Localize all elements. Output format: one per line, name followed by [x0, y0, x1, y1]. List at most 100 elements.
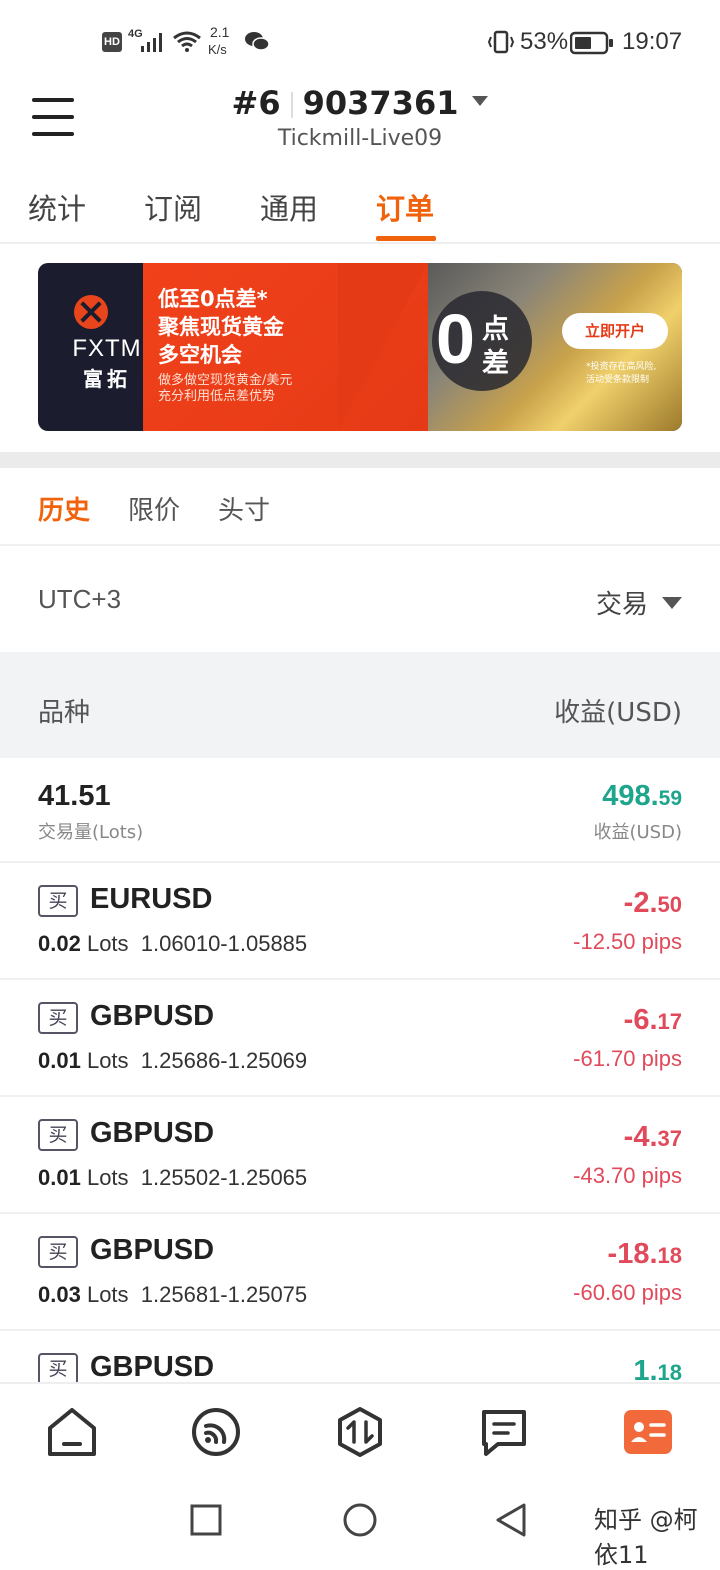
order-prices: 1.06010-1.05885: [140, 931, 308, 956]
caret-down-icon: [662, 596, 682, 609]
back-icon[interactable]: [494, 1502, 528, 1538]
order-prices: 1.25686-1.25069: [140, 1048, 308, 1073]
order-profit-dec: 37: [657, 1126, 682, 1151]
order-profit-int: -2.: [623, 887, 658, 919]
column-profit: 收益(USD): [554, 698, 682, 728]
column-symbol: 品种: [38, 698, 91, 728]
banner-red-edge: [338, 263, 428, 431]
fxtm-logo-icon: [74, 295, 108, 329]
banner-headline-1: 低至0点差*: [158, 287, 268, 311]
cell-signal-icon: [141, 33, 162, 52]
order-profit-int: -6.: [623, 1004, 658, 1036]
banner-brand-cn: 富拓: [83, 367, 131, 391]
total-profit-label: 收益(USD): [593, 822, 682, 843]
signal-icon[interactable]: [188, 1406, 244, 1458]
net-speed-unit: K/s: [208, 42, 227, 57]
account-index: #6: [231, 84, 281, 122]
type-filter-dropdown[interactable]: 交易: [596, 584, 682, 621]
banner-disclaimer-1: *投资存在高风险,: [586, 362, 657, 372]
battery-icon: [570, 31, 613, 55]
caret-down-icon: [472, 96, 489, 106]
banner-subtext-2: 充分利用低点差优势: [158, 389, 276, 404]
banner-big-cha: 差: [482, 348, 509, 379]
banner-big-zero: 0: [436, 300, 475, 378]
subtab-history[interactable]: 历史: [38, 490, 90, 527]
home-icon[interactable]: [44, 1406, 100, 1458]
banner-brand: FXTM: [72, 335, 142, 362]
order-row[interactable]: 买 GBPUSD 0.03 Lots 1.25681-1.25075 -18.1…: [0, 1214, 720, 1331]
order-profit-dec: 17: [657, 1009, 682, 1034]
order-profit-dec: 18: [657, 1243, 682, 1268]
hd-badge: HD: [102, 32, 122, 52]
buy-badge: 买: [38, 1353, 78, 1385]
net-speed-value: 2.1: [210, 24, 230, 40]
subtab-positions[interactable]: 头寸: [218, 490, 270, 527]
promo-banner[interactable]: FXTM 富拓 低至0点差* 聚焦现货黄金 多空机会 做多做空现货黄金/美元 充…: [38, 263, 682, 431]
recents-icon[interactable]: [190, 1504, 222, 1536]
active-tab-indicator: [376, 236, 436, 241]
order-lots-unit: Lots: [86, 1165, 129, 1190]
tabs-divider: [0, 242, 720, 244]
wifi-icon: [173, 31, 201, 52]
total-volume: 41.51: [38, 780, 111, 812]
order-details: 0.03 Lots 1.25681-1.25075: [38, 1282, 307, 1308]
order-profit: -6.17: [624, 1004, 682, 1037]
order-symbol: GBPUSD: [90, 1234, 215, 1266]
timezone-selector[interactable]: UTC+3: [38, 584, 121, 615]
order-details: 0.01 Lots 1.25686-1.25069: [38, 1048, 307, 1074]
order-row[interactable]: 买 EURUSD 0.02 Lots 1.06010-1.05885 -2.50…: [0, 863, 720, 980]
order-lots-unit: Lots: [86, 931, 129, 956]
trade-icon[interactable]: [332, 1406, 388, 1458]
order-profit: -4.37: [624, 1121, 682, 1154]
banner-open-account-button[interactable]: 立即开户: [562, 313, 668, 349]
total-profit: 498.59: [602, 780, 682, 813]
account-separator: [290, 92, 293, 118]
order-profit-int: -4.: [623, 1121, 658, 1153]
account-number: 9037361: [302, 84, 459, 122]
order-prices: 1.25502-1.25065: [140, 1165, 308, 1190]
total-profit-dec: 59: [658, 787, 682, 810]
order-pips: -61.70 pips: [573, 1046, 682, 1071]
buy-badge: 买: [38, 1119, 78, 1151]
order-row[interactable]: 买 GBPUSD 0.01 Lots 1.25502-1.25065 -4.37…: [0, 1097, 720, 1214]
tab-statistics[interactable]: 统计: [28, 186, 86, 228]
type-filter-label: 交易: [595, 590, 648, 620]
order-lots-unit: Lots: [86, 1282, 129, 1307]
tab-subscriptions[interactable]: 订阅: [144, 186, 202, 228]
bottom-nav: [0, 1382, 720, 1480]
order-profit: -2.50: [624, 887, 682, 920]
battery-percent: 53%: [520, 28, 569, 55]
order-pips: -60.60 pips: [573, 1280, 682, 1305]
account-card-icon[interactable]: [620, 1406, 676, 1458]
total-profit-int: 498.: [602, 780, 659, 812]
subtab-limit[interactable]: 限价: [128, 490, 180, 527]
order-profit-dec: 50: [657, 892, 682, 917]
buy-badge: 买: [38, 1236, 78, 1268]
order-symbol: GBPUSD: [90, 1000, 215, 1032]
order-symbol: EURUSD: [90, 883, 213, 915]
order-symbol: GBPUSD: [90, 1117, 215, 1149]
order-lots: 0.03: [38, 1282, 81, 1307]
order-details: 0.01 Lots 1.25502-1.25065: [38, 1165, 307, 1191]
buy-badge: 买: [38, 885, 78, 917]
banner-headline-3: 多空机会: [158, 343, 242, 367]
tab-orders[interactable]: 订单: [376, 186, 434, 228]
order-symbol: GBPUSD: [90, 1351, 215, 1383]
home-circle-icon[interactable]: [342, 1502, 378, 1538]
order-pips: -12.50 pips: [573, 929, 682, 954]
order-prices: 1.25681-1.25075: [140, 1282, 308, 1307]
order-row[interactable]: 买 GBPUSD 0.01 Lots 1.25686-1.25069 -6.17…: [0, 980, 720, 1097]
server-name: Tickmill-Live09: [277, 126, 443, 151]
status-bar: HD 4G 2.1 K/s 53% 19:07: [0, 0, 720, 80]
total-volume-label: 交易量(Lots): [38, 822, 144, 843]
section-separator: [0, 452, 720, 468]
wechat-icon: [245, 32, 270, 51]
order-pips: -43.70 pips: [573, 1163, 682, 1188]
order-profit-int: -18.: [607, 1238, 658, 1270]
tab-general[interactable]: 通用: [260, 186, 318, 228]
account-selector[interactable]: #6 9037361: [0, 84, 720, 122]
subtabs-divider: [0, 544, 720, 546]
order-lots-unit: Lots: [86, 1048, 129, 1073]
news-icon[interactable]: [476, 1406, 532, 1458]
vibrate-icon: [487, 30, 515, 54]
